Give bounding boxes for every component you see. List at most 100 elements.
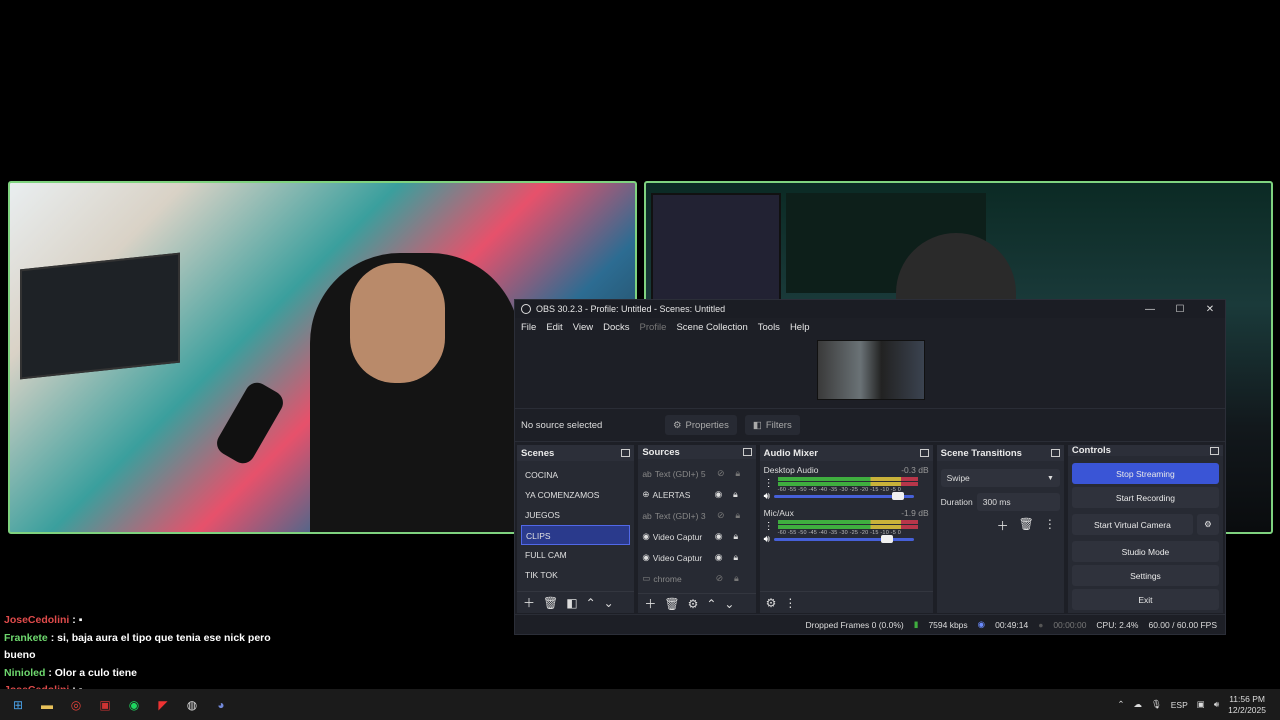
studio-mode-button[interactable]: Studio Mode <box>1071 541 1219 562</box>
sources-list: ab Text (GDI+) 5 ⊘ 🔒︎ ⊕ ALERTAS ◉ 🔒︎ ab … <box>638 459 755 593</box>
scene-item[interactable]: TIK TOK <box>521 565 630 585</box>
menu-scene-collection[interactable]: Scene Collection <box>676 322 747 333</box>
menu-docks[interactable]: Docks <box>603 322 629 333</box>
start-virtual-camera-button[interactable]: Start Virtual Camera <box>1071 514 1193 535</box>
scenes-footer: ＋ 🗑 ◧ ⌃ ⌄ <box>517 591 635 613</box>
source-item[interactable]: ab Text (GDI+) 3 ⊘ 🔒︎ <box>642 505 751 526</box>
more-icon[interactable]: ⋮ <box>764 478 774 489</box>
menu-file[interactable]: File <box>521 322 536 333</box>
chat-username: JoseCedolini <box>4 614 70 626</box>
up-arrow-icon[interactable]: ⌃ <box>586 596 596 610</box>
trash-icon[interactable]: 🗑 <box>664 597 679 611</box>
folder-icon[interactable]: ▬ <box>36 694 58 716</box>
program-preview[interactable] <box>817 340 925 400</box>
undock-icon[interactable] <box>1050 449 1060 457</box>
chat-username: Frankete <box>4 631 48 644</box>
source-item[interactable]: ab Text (GDI+) 5 ⊘ 🔒︎ <box>642 463 751 484</box>
start-recording-button[interactable]: Start Recording <box>1071 487 1219 508</box>
source-item[interactable]: ⊕ ALERTAS ◉ 🔒︎ <box>642 484 751 505</box>
network-icon[interactable]: ▣ <box>1197 699 1205 710</box>
eye-icon[interactable]: ◉ <box>712 552 726 563</box>
microphone-icon[interactable]: 🎙︎ <box>1151 699 1162 710</box>
source-name: Video Captur <box>652 552 703 563</box>
lock-icon[interactable]: 🔒︎ <box>728 489 742 500</box>
discord-icon[interactable]: ◕ <box>210 694 232 716</box>
source-item[interactable]: ◉ Video Captur ◉ 🔒︎ <box>642 526 751 547</box>
chevron-up-icon[interactable]: ⌃ <box>1117 699 1124 710</box>
no-source-label: No source selected <box>521 419 603 431</box>
close-button[interactable]: ✕ <box>1195 304 1225 315</box>
slider-handle[interactable] <box>881 535 894 543</box>
maximize-button[interactable]: ☐ <box>1165 304 1195 315</box>
lock-icon[interactable]: 🔒︎ <box>729 531 743 542</box>
menu-tools[interactable]: Tools <box>758 322 780 333</box>
scene-item[interactable]: JUEGOS <box>521 505 630 525</box>
undock-icon[interactable] <box>919 449 929 457</box>
more-icon[interactable]: ⋮ <box>1044 517 1056 534</box>
volume-icon[interactable]: 🔊︎ <box>1214 699 1219 710</box>
app-icon[interactable]: ◤ <box>152 694 174 716</box>
obs-icon[interactable]: ◍ <box>181 694 203 716</box>
clock[interactable]: 11:56 PM 12/2/2025 <box>1228 694 1266 716</box>
speaker-icon[interactable]: 🔊︎ <box>764 491 770 502</box>
scene-item[interactable]: YA COMENZAMOS <box>521 485 630 505</box>
menu-profile[interactable]: Profile <box>640 322 667 333</box>
duration-input[interactable]: 300 ms <box>976 493 1060 511</box>
menu-edit[interactable]: Edit <box>546 322 562 333</box>
source-item[interactable]: ◉ Video Captur ◉ 🔒︎ <box>642 547 751 568</box>
scene-item-selected[interactable]: CLIPS <box>521 525 631 545</box>
preview-area[interactable] <box>515 336 1225 408</box>
lock-icon[interactable]: 🔒︎ <box>731 468 745 479</box>
eye-icon[interactable]: ◉ <box>712 531 726 542</box>
virtual-camera-settings-button[interactable]: ⚙ <box>1196 514 1219 535</box>
gear-icon[interactable]: ⚙ <box>766 596 777 610</box>
menu-help[interactable]: Help <box>790 322 810 333</box>
speaker-icon[interactable]: 🔊︎ <box>764 534 770 545</box>
more-icon[interactable]: ⋮ <box>784 596 796 610</box>
transition-select[interactable]: Swipe ▼ <box>940 469 1060 487</box>
scene-item[interactable]: COCINA <box>521 465 630 485</box>
up-arrow-icon[interactable]: ⌃ <box>706 597 716 611</box>
eye-off-icon[interactable]: ⊘ <box>714 510 728 521</box>
slider-handle[interactable] <box>891 492 904 500</box>
trash-icon[interactable]: 🗑 <box>543 596 558 610</box>
settings-button[interactable]: Settings <box>1071 565 1219 586</box>
windows-start-icon[interactable]: ⊞ <box>7 694 29 716</box>
eye-icon[interactable]: ◉ <box>711 489 725 500</box>
down-arrow-icon[interactable]: ⌄ <box>724 597 734 611</box>
app-icon[interactable]: ▣ <box>94 694 116 716</box>
scene-item[interactable]: FULL CAM <box>521 545 630 565</box>
source-item[interactable]: ▭ chrome ⊘ 🔒︎ <box>642 568 751 589</box>
exit-button[interactable]: Exit <box>1071 589 1219 610</box>
trash-icon[interactable]: 🗑 <box>1019 517 1034 534</box>
add-icon[interactable]: ＋ <box>997 517 1009 534</box>
undock-icon[interactable] <box>1209 446 1219 455</box>
gear-icon: ⚙ <box>673 419 682 431</box>
transitions-body: Swipe ▼ Duration 300 ms ＋ 🗑 ⋮ <box>937 461 1064 613</box>
chrome-icon[interactable]: ◎ <box>65 694 87 716</box>
gear-icon[interactable]: ⚙ <box>688 597 699 611</box>
lock-icon[interactable]: 🔒︎ <box>729 573 743 584</box>
eye-off-icon[interactable]: ⊘ <box>714 468 728 479</box>
add-icon[interactable]: ＋ <box>644 595 656 612</box>
filter-icon[interactable]: ◧ <box>566 596 577 610</box>
language-indicator[interactable]: ESP <box>1171 700 1188 710</box>
filters-button[interactable]: ◧ Filters <box>744 415 800 435</box>
spotify-icon[interactable]: ◉ <box>123 694 145 716</box>
volume-slider[interactable] <box>773 535 914 543</box>
network-app-icon[interactable]: ☁ <box>1133 699 1142 710</box>
down-arrow-icon[interactable]: ⌄ <box>604 596 614 610</box>
menu-view[interactable]: View <box>573 322 593 333</box>
lock-icon[interactable]: 🔒︎ <box>731 510 745 521</box>
volume-slider[interactable] <box>773 492 914 500</box>
eye-off-icon[interactable]: ⊘ <box>712 573 726 584</box>
stop-streaming-button[interactable]: Stop Streaming <box>1071 463 1219 484</box>
more-icon[interactable]: ⋮ <box>764 521 774 532</box>
lock-icon[interactable]: 🔒︎ <box>729 552 743 563</box>
undock-icon[interactable] <box>621 449 631 457</box>
properties-label: Properties <box>685 419 729 431</box>
minimize-button[interactable]: — <box>1135 304 1165 315</box>
undock-icon[interactable] <box>742 448 752 457</box>
properties-button[interactable]: ⚙ Properties <box>665 415 737 435</box>
add-icon[interactable]: ＋ <box>523 594 535 611</box>
